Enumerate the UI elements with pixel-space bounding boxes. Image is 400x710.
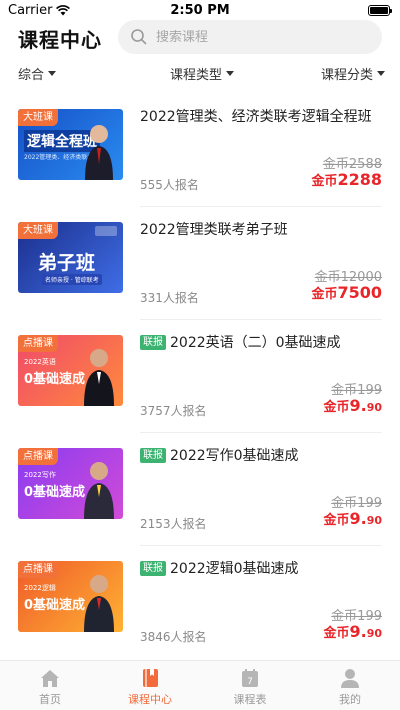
course-item[interactable]: 点播课 2022写作 0基础速成 联报 2022写作0基础速成 2153人报名 金… <box>0 433 400 546</box>
course-item[interactable]: 大班课 逻辑全程班 2022管理类、经济类联考 2022管理类、经济类联考逻辑全… <box>0 94 400 207</box>
course-title: 2022管理类、经济类联考逻辑全程班 <box>140 106 385 128</box>
teacher-photo <box>84 575 114 632</box>
book-icon <box>143 669 158 687</box>
search-input[interactable] <box>156 29 356 45</box>
price-integer: 9. <box>349 396 367 415</box>
filter-sort[interactable]: 综合 <box>18 64 57 83</box>
teacher-photo <box>84 462 114 519</box>
combo-tag: 联报 <box>140 335 166 350</box>
course-title: 联报 2022逻辑0基础速成 <box>140 558 385 580</box>
thumbnail-headline: 0基础速成 <box>24 372 86 387</box>
course-thumbnail: 大班课 逻辑全程班 2022管理类、经济类联考 <box>18 109 123 180</box>
combo-tag: 联报 <box>140 448 166 463</box>
thumbnail-headline: 0基础速成 <box>24 598 86 613</box>
course-item[interactable]: 大班课 弟子班 名师亲授 · 管综联考 2022管理类联考弟子班 331人报名 … <box>0 207 400 320</box>
filter-bar: 综合 课程类型 课程分类 <box>0 62 400 84</box>
filter-course-category[interactable]: 课程分类 <box>321 64 386 83</box>
enroll-count: 2153人报名 <box>140 517 207 531</box>
enroll-count: 3757人报名 <box>140 404 207 418</box>
header: 课程中心 <box>0 20 400 54</box>
course-type-badge: 点播课 <box>18 335 58 352</box>
teacher-photo <box>85 125 113 180</box>
home-icon <box>41 670 59 687</box>
course-title-text: 2022管理类联考弟子班 <box>140 222 288 238</box>
current-price: 金币9.90 <box>323 509 382 528</box>
course-title: 2022管理类联考弟子班 <box>140 219 385 241</box>
price-decimal: 90 <box>366 514 382 527</box>
thumbnail-subtext: 名师亲授 · 管综联考 <box>42 274 102 285</box>
current-price: 金币2288 <box>311 170 382 189</box>
course-type-badge: 大班课 <box>18 222 58 239</box>
tab-home[interactable]: 首页 <box>0 667 100 707</box>
calendar-day: 7 <box>247 677 253 687</box>
caret-down-icon <box>226 71 235 76</box>
course-thumbnail: 点播课 2022英语 0基础速成 <box>18 335 123 406</box>
current-price: 金币9.90 <box>323 396 382 415</box>
course-title-text: 2022写作0基础速成 <box>170 448 299 464</box>
course-type-badge: 大班课 <box>18 109 58 126</box>
course-title-text: 2022管理类、经济类联考逻辑全程班 <box>140 109 372 125</box>
calendar-icon: 7 <box>242 669 258 687</box>
battery-icon <box>368 5 392 16</box>
course-title: 联报 2022写作0基础速成 <box>140 445 385 467</box>
price-integer: 2288 <box>337 170 382 189</box>
price-integer: 9. <box>349 509 367 528</box>
page-title: 课程中心 <box>18 28 102 52</box>
course-thumbnail: 点播课 2022写作 0基础速成 <box>18 448 123 519</box>
tab-schedule-label: 课程表 <box>233 693 267 706</box>
enroll-count: 555人报名 <box>140 178 199 192</box>
filter-sort-label: 综合 <box>18 68 45 83</box>
teacher-photo <box>84 349 114 406</box>
current-price: 金币9.90 <box>323 622 382 641</box>
price-prefix: 金币 <box>311 174 338 189</box>
combo-tag: 联报 <box>140 561 166 576</box>
price-decimal: 90 <box>366 401 382 414</box>
person-icon <box>341 669 359 688</box>
tab-schedule[interactable]: 7 课程表 <box>200 667 300 707</box>
course-title-text: 2022英语（二）0基础速成 <box>170 335 341 351</box>
caret-down-icon <box>377 71 386 76</box>
caret-down-icon <box>48 71 57 76</box>
price-integer: 7500 <box>337 283 382 302</box>
logo-icon <box>95 226 117 236</box>
thumbnail-headline: 0基础速成 <box>24 485 86 500</box>
search-bar[interactable] <box>118 20 382 54</box>
price-decimal: 90 <box>366 627 382 640</box>
filter-course-type[interactable]: 课程类型 <box>170 64 235 83</box>
filter-course-category-label: 课程分类 <box>321 68 374 83</box>
course-thumbnail: 点播课 2022逻辑 0基础速成 <box>18 561 123 632</box>
course-thumbnail: 大班课 弟子班 名师亲授 · 管综联考 <box>18 222 123 293</box>
enroll-count: 331人报名 <box>140 291 199 305</box>
course-item[interactable]: 点播课 2022逻辑 0基础速成 联报 2022逻辑0基础速成 3846人报名 金… <box>0 546 400 659</box>
tab-profile[interactable]: 我的 <box>300 667 400 707</box>
price-prefix: 金币 <box>323 400 350 415</box>
price-integer: 9. <box>349 622 367 641</box>
course-title-text: 2022逻辑0基础速成 <box>170 561 299 577</box>
thumbnail-subtext: 2022逻辑 <box>24 584 56 592</box>
filter-course-type-label: 课程类型 <box>170 68 223 83</box>
course-type-badge: 点播课 <box>18 561 58 578</box>
course-title: 联报 2022英语（二）0基础速成 <box>140 332 385 354</box>
status-bar: Carrier 2:50 PM <box>0 0 400 22</box>
enroll-count: 3846人报名 <box>140 630 207 644</box>
price-prefix: 金币 <box>323 513 350 528</box>
thumbnail-subtext: 2022写作 <box>24 471 56 479</box>
thumbnail-headline: 弟子班 <box>38 252 96 274</box>
price-prefix: 金币 <box>311 287 338 302</box>
tab-home-label: 首页 <box>39 693 61 706</box>
course-type-badge: 点播课 <box>18 448 58 465</box>
price-prefix: 金币 <box>323 626 350 641</box>
thumbnail-subtext: 2022英语 <box>24 358 56 366</box>
course-item[interactable]: 点播课 2022英语 0基础速成 联报 2022英语（二）0基础速成 3757人报… <box>0 320 400 433</box>
tab-bar: 首页 课程中心 7 课程表 我的 <box>0 660 400 710</box>
tab-profile-label: 我的 <box>339 693 361 706</box>
tab-course-center-label: 课程中心 <box>128 693 172 706</box>
tab-course-center[interactable]: 课程中心 <box>100 667 200 707</box>
current-price: 金币7500 <box>311 283 382 302</box>
status-time: 2:50 PM <box>170 3 230 18</box>
search-icon <box>131 29 147 45</box>
